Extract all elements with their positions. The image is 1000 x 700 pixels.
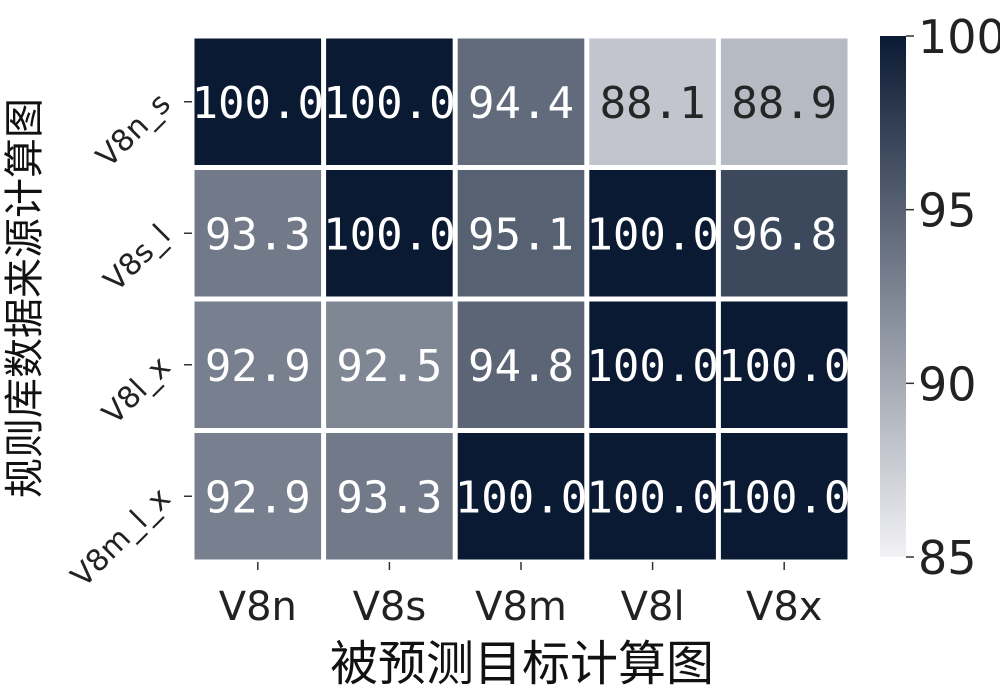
x-tick-label: V8n xyxy=(219,584,297,630)
colorbar-tick-label: 100 xyxy=(918,10,1000,64)
cell-value-label: 100.0 xyxy=(586,209,718,260)
colorbar-gradient xyxy=(880,36,906,557)
x-tick-label: V8x xyxy=(746,584,822,630)
cell-value-label: 100.0 xyxy=(718,341,850,392)
x-tick-label: V8l xyxy=(621,584,685,630)
cell-value-label: 100.0 xyxy=(586,472,718,523)
cell-value-label: 92.9 xyxy=(205,472,311,523)
cell-value-label: 100.0 xyxy=(455,472,587,523)
y-tick-label: V8s_l xyxy=(97,218,177,298)
y-tick-label: V8l_x xyxy=(96,350,178,432)
cell-value-label: 93.3 xyxy=(336,472,442,523)
cell-value-label: 93.3 xyxy=(205,209,311,260)
cell-value-label: 94.4 xyxy=(468,78,574,129)
cell-value-label: 92.9 xyxy=(205,341,311,392)
cell-value-label: 100.0 xyxy=(718,472,850,523)
cell-value-label: 100.0 xyxy=(323,209,455,260)
cell-value-label: 88.9 xyxy=(731,78,837,129)
cell-value-label: 100.0 xyxy=(586,341,718,392)
colorbar: 85 90 95 100 xyxy=(880,10,1000,585)
cell-value-label: 92.5 xyxy=(336,341,442,392)
y-tick-label: V8n_s xyxy=(90,87,178,175)
cell-value-label: 100.0 xyxy=(192,78,324,129)
x-tick-label: V8m xyxy=(475,584,567,630)
x-tick-label: V8s xyxy=(353,584,427,630)
x-axis-title: 被预测目标计算图 xyxy=(330,636,714,692)
colorbar-tick-label: 95 xyxy=(918,184,977,238)
cell-value-label: 88.1 xyxy=(600,78,706,129)
heatmap-cells: 100.0 100.0 94.4 88.1 88.993.3 100.0 95.1 100.0… xyxy=(192,38,850,560)
cell-value-label: 95.1 xyxy=(468,209,574,260)
colorbar-tick-label: 90 xyxy=(918,357,977,411)
cell-value-label: 96.8 xyxy=(731,209,837,260)
heatmap-svg: 100.0 100.0 94.4 88.1 88.993.3 100.0 95.1 100.0… xyxy=(2,10,1000,692)
cell-value-label: 94.8 xyxy=(468,341,574,392)
y-tick-label: V8m_l_x xyxy=(65,481,178,594)
heatmap-chart: 100.0 100.0 94.4 88.1 88.9 93.3 100.0 95.1 100.0… xyxy=(0,0,1000,700)
y-axis-title: 规则库数据来源计算图 xyxy=(2,98,48,498)
cell-value-label: 100.0 xyxy=(323,78,455,129)
colorbar-tick-label: 85 xyxy=(918,531,977,585)
